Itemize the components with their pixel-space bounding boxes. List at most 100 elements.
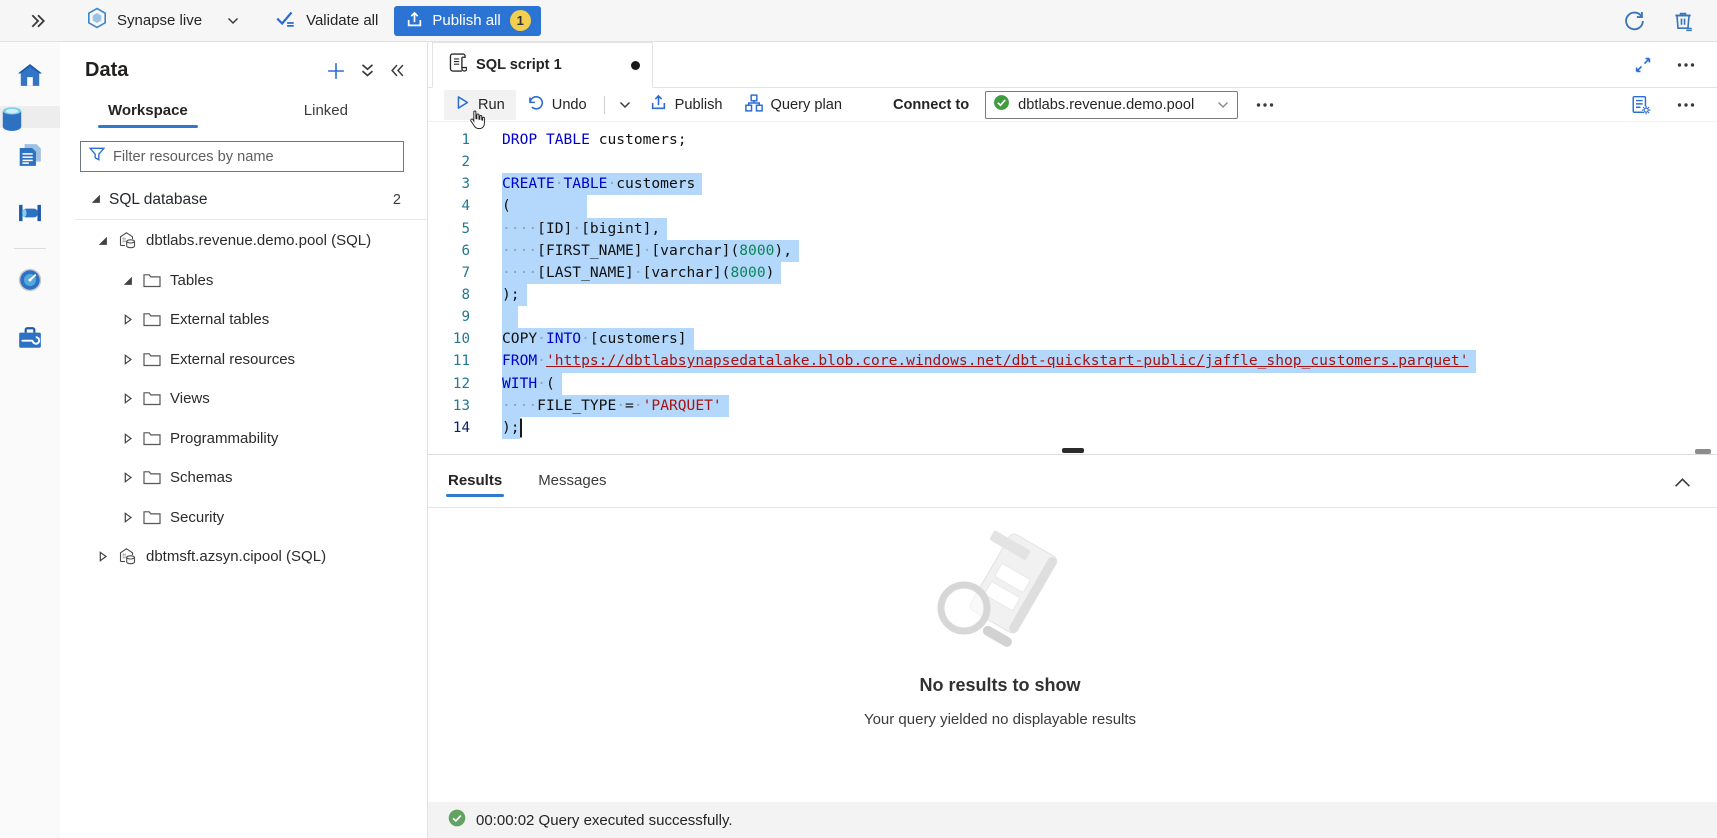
line-number[interactable]: 2 xyxy=(428,151,470,173)
line-number[interactable]: 7 xyxy=(428,262,470,284)
collapse-all-icon[interactable] xyxy=(360,63,375,78)
filter-icon xyxy=(89,147,105,166)
line-number[interactable]: 4 xyxy=(428,195,470,217)
connect-to-dropdown[interactable]: dbtlabs.revenue.demo.pool xyxy=(985,91,1238,119)
no-results-illustration xyxy=(900,528,1100,661)
line-content: WITH·( xyxy=(502,373,562,395)
line-number[interactable]: 1 xyxy=(428,129,470,151)
code-line-14[interactable]: 14); xyxy=(428,417,1717,439)
line-number[interactable]: 6 xyxy=(428,240,470,262)
filter-resources-input[interactable] xyxy=(113,149,395,165)
chevron-collapsed-icon[interactable] xyxy=(122,314,133,325)
line-number[interactable]: 8 xyxy=(428,284,470,306)
run-button[interactable]: Run xyxy=(444,90,516,120)
validate-all-label: Validate all xyxy=(306,12,378,29)
chevron-expanded-icon[interactable] xyxy=(122,275,133,286)
synapse-live-selector[interactable]: Synapse live xyxy=(86,7,239,34)
folder-icon xyxy=(143,312,161,327)
selection-highlight: ····[ID]·[bigint], xyxy=(502,218,667,240)
rail-item-home[interactable] xyxy=(0,48,60,106)
chevron-collapsed-icon[interactable] xyxy=(122,393,133,404)
tab-messages[interactable]: Messages xyxy=(536,464,608,501)
chevron-collapsed-icon[interactable] xyxy=(122,354,133,365)
splitter-drag-handle[interactable] xyxy=(1062,448,1084,453)
code-line-13[interactable]: 13 ····FILE_TYPE·=·'PARQUET' xyxy=(428,395,1717,417)
tree-item-label: Tables xyxy=(170,272,213,289)
tab-results[interactable]: Results xyxy=(446,464,504,501)
tree-item-sql-database[interactable]: SQL database 2 xyxy=(60,181,427,218)
validate-icon xyxy=(275,9,297,32)
tree-item-tables[interactable]: Tables xyxy=(60,261,427,301)
tree-item-views[interactable]: Views xyxy=(60,379,427,419)
tree-item-dbtmsft-azsyn-cipool-sql[interactable]: dbtmsft.azsyn.cipool (SQL) xyxy=(60,537,427,577)
chevron-collapsed-icon[interactable] xyxy=(122,433,133,444)
expand-menu-icon[interactable] xyxy=(30,14,46,28)
code-line-2[interactable]: 2 xyxy=(428,151,1717,173)
sql-code-editor[interactable]: 1 DROP TABLE customers; 23CREATE·TABLE·cus… xyxy=(428,122,1717,448)
publish-all-button[interactable]: Publish all 1 xyxy=(394,6,540,36)
tab-workspace[interactable]: Workspace xyxy=(98,96,198,128)
rail-item-monitor[interactable] xyxy=(0,253,60,311)
sql-script-icon xyxy=(448,52,467,78)
expand-editor-icon[interactable] xyxy=(1635,57,1651,73)
editor-more-options-icon[interactable] xyxy=(1677,102,1695,108)
chevron-down-icon[interactable] xyxy=(227,17,239,25)
chevron-expanded-icon[interactable] xyxy=(97,235,108,246)
script-toolbar: Run Undo Publish xyxy=(428,88,1717,122)
line-number[interactable]: 13 xyxy=(428,395,470,417)
tree-item-external-tables[interactable]: External tables xyxy=(60,300,427,340)
add-resource-icon[interactable] xyxy=(327,62,345,80)
line-number[interactable]: 12 xyxy=(428,373,470,395)
tree-item-schemas[interactable]: Schemas xyxy=(60,458,427,498)
code-line-6[interactable]: 6····[FIRST_NAME]·[varchar](8000), xyxy=(428,240,1717,262)
line-number[interactable]: 10 xyxy=(428,328,470,350)
tab-sql-script-1[interactable]: SQL script 1 xyxy=(432,42,653,88)
collapse-panel-icon[interactable] xyxy=(390,64,405,77)
code-line-1[interactable]: 1 DROP TABLE customers; xyxy=(428,129,1717,151)
line-number[interactable]: 11 xyxy=(428,350,470,372)
code-line-12[interactable]: 12 WITH·( xyxy=(428,373,1717,395)
rail-item-integrate[interactable] xyxy=(0,186,60,244)
undo-button[interactable]: Undo xyxy=(516,90,598,120)
code-line-4[interactable]: 4( xyxy=(428,195,1717,217)
tab-more-options-icon[interactable] xyxy=(1677,62,1695,68)
rail-item-manage[interactable] xyxy=(0,311,60,369)
line-content: ); xyxy=(502,284,527,306)
code-line-5[interactable]: 5 ····[ID]·[bigint], xyxy=(428,218,1717,240)
tree-item-security[interactable]: Security xyxy=(60,498,427,538)
rail-item-develop[interactable] xyxy=(0,128,60,186)
chevron-collapsed-icon[interactable] xyxy=(122,472,133,483)
code-line-8[interactable]: 8); xyxy=(428,284,1717,306)
rail-item-data[interactable] xyxy=(0,106,60,128)
validate-all-button[interactable]: Validate all xyxy=(275,9,378,32)
chevron-expanded-icon[interactable] xyxy=(90,191,101,209)
selection-highlight: ····FILE_TYPE·=·'PARQUET' xyxy=(502,395,729,417)
undo-redo-chevron-icon[interactable] xyxy=(611,101,639,109)
tab-linked[interactable]: Linked xyxy=(294,96,358,128)
collapse-results-icon[interactable] xyxy=(1674,477,1691,488)
line-number[interactable]: 3 xyxy=(428,173,470,195)
code-line-7[interactable]: 7····[LAST_NAME]·[varchar](8000) xyxy=(428,262,1717,284)
publish-button[interactable]: Publish xyxy=(639,90,734,120)
data-panel: Data Workspace Linked xyxy=(60,42,428,838)
line-number[interactable]: 5 xyxy=(428,218,470,240)
line-number[interactable]: 14 xyxy=(428,417,470,439)
tree-item-programmability[interactable]: Programmability xyxy=(60,419,427,459)
refresh-button[interactable] xyxy=(1623,10,1645,32)
chevron-collapsed-icon[interactable] xyxy=(97,551,108,562)
line-content: DROP TABLE customers; xyxy=(502,129,687,151)
code-line-11[interactable]: 11FROM·'https://dbtlabsynapsedatalake.bl… xyxy=(428,350,1717,372)
tree-item-external-resources[interactable]: External resources xyxy=(60,340,427,380)
toolbar-more-options-icon[interactable] xyxy=(1256,102,1274,108)
query-plan-button[interactable]: Query plan xyxy=(734,90,853,120)
discard-all-icon[interactable] xyxy=(1673,10,1693,32)
code-line-3[interactable]: 3CREATE·TABLE·customers xyxy=(428,173,1717,195)
tree-item-dbtlabs-revenue-demo-pool-sql[interactable]: dbtlabs.revenue.demo.pool (SQL) xyxy=(60,221,427,261)
line-number[interactable]: 9 xyxy=(428,306,470,328)
scrollbar-thumb[interactable] xyxy=(1695,449,1711,454)
code-line-10[interactable]: 10COPY·INTO·[customers] xyxy=(428,328,1717,350)
tree-item-label: dbtmsft.azsyn.cipool (SQL) xyxy=(146,548,326,565)
chevron-collapsed-icon[interactable] xyxy=(122,512,133,523)
code-line-9[interactable]: 9 xyxy=(428,306,1717,328)
properties-icon[interactable] xyxy=(1631,95,1651,115)
